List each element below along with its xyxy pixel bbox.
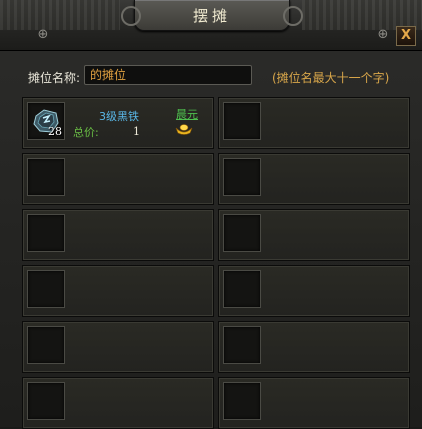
item-slot[interactable] bbox=[223, 270, 261, 308]
title-ornament bbox=[0, 0, 120, 30]
stall-slot[interactable] bbox=[22, 153, 214, 205]
stall-name-input[interactable]: 的摊位 bbox=[84, 65, 252, 85]
stall-slot[interactable] bbox=[22, 321, 214, 373]
stall-slot[interactable] bbox=[218, 265, 410, 317]
stall-slot[interactable]: 28 3级黑铁 总价: 1 晨元 bbox=[22, 97, 214, 149]
stall-slot[interactable] bbox=[22, 377, 214, 429]
stall-slot-grid: 28 3级黑铁 总价: 1 晨元 bbox=[22, 97, 410, 429]
stall-slot[interactable] bbox=[22, 209, 214, 261]
item-slot[interactable]: 28 bbox=[27, 102, 65, 140]
stall-slot[interactable] bbox=[218, 377, 410, 429]
stall-window: 摆摊 ⊕ ⊕ X 摊位名称: 的摊位 (摊位名最大十一个字) 28 3级黑铁 总… bbox=[0, 0, 422, 429]
stall-slot[interactable] bbox=[218, 153, 410, 205]
item-slot[interactable] bbox=[223, 214, 261, 252]
title-plate: 摆摊 bbox=[121, 0, 303, 31]
close-button[interactable]: X bbox=[396, 26, 416, 46]
stall-name-row: 摊位名称: 的摊位 (摊位名最大十一个字) bbox=[0, 62, 422, 90]
item-count: 28 bbox=[48, 125, 62, 138]
item-slot[interactable] bbox=[27, 158, 65, 196]
currency-link[interactable]: 晨元 bbox=[176, 106, 198, 122]
item-total-value: 1 bbox=[133, 125, 140, 138]
item-name: 3级黑铁 bbox=[99, 110, 139, 123]
pin-icon: ⊕ bbox=[377, 27, 389, 42]
stall-slot[interactable] bbox=[218, 321, 410, 373]
item-slot[interactable] bbox=[223, 102, 261, 140]
item-slot[interactable] bbox=[223, 382, 261, 420]
item-slot[interactable] bbox=[27, 270, 65, 308]
item-total-label: 总价: bbox=[73, 126, 99, 139]
stall-slot[interactable] bbox=[22, 265, 214, 317]
item-slot[interactable] bbox=[27, 326, 65, 364]
item-slot[interactable] bbox=[223, 326, 261, 364]
gold-ingot-icon bbox=[175, 124, 193, 135]
stall-name-hint: (摊位名最大十一个字) bbox=[272, 71, 390, 85]
window-title: 摆摊 bbox=[192, 7, 231, 25]
item-slot[interactable] bbox=[223, 158, 261, 196]
stall-slot[interactable] bbox=[218, 97, 410, 149]
stall-slot[interactable] bbox=[218, 209, 410, 261]
item-slot[interactable] bbox=[27, 214, 65, 252]
title-bar[interactable]: 摆摊 ⊕ ⊕ X bbox=[0, 0, 422, 51]
item-slot[interactable] bbox=[27, 382, 65, 420]
stall-name-label: 摊位名称: bbox=[28, 71, 81, 85]
pin-icon: ⊕ bbox=[37, 27, 49, 42]
